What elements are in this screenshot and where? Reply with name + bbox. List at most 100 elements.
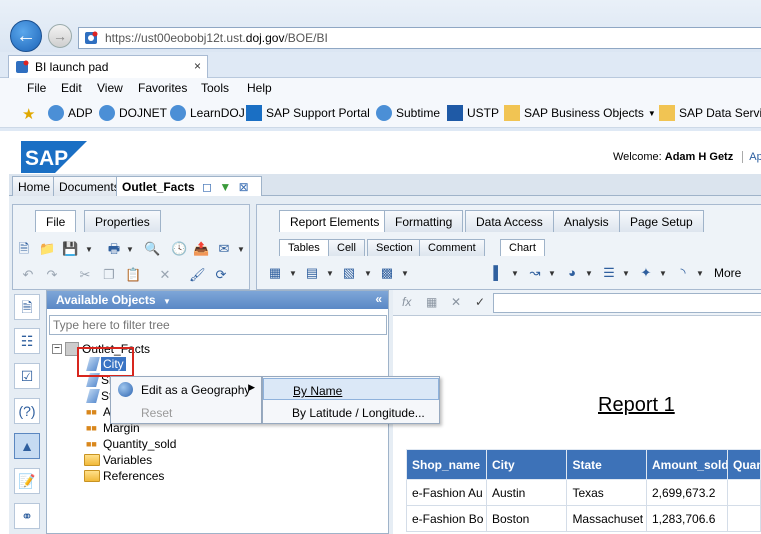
tree-item-variables[interactable]: Variables <box>84 453 152 467</box>
close-icon[interactable]: ⊠ <box>239 180 249 194</box>
chevron-down-icon[interactable]: ▼ <box>126 245 134 254</box>
chevron-down-icon[interactable]: ▼ <box>237 245 245 254</box>
more-charts-button[interactable]: More <box>714 266 741 280</box>
tab-properties[interactable]: Properties <box>84 210 161 232</box>
report-map-icon[interactable]: ☷ <box>14 328 40 354</box>
column-header[interactable]: Quan <box>726 449 761 480</box>
variables-icon[interactable]: (?) <box>14 398 40 424</box>
menu-item-by-latitude-longitude[interactable]: By Latitude / Longitude... <box>263 401 439 423</box>
tree-item-references[interactable]: References <box>84 469 164 483</box>
gauge-icon[interactable]: ◝ <box>675 265 691 281</box>
favorite-sap-business-objects[interactable]: SAP Business Objects ▼ <box>504 105 656 121</box>
table-cell[interactable] <box>726 505 761 532</box>
menu-help[interactable]: Help <box>247 81 272 95</box>
tree-item-quantity-sold[interactable]: ■■ Quantity_sold <box>86 437 176 451</box>
formula-input[interactable] <box>493 293 761 313</box>
menu-tools[interactable]: Tools <box>201 81 229 95</box>
document-summary-icon[interactable]: 🗎 <box>14 294 40 320</box>
collapse-tree-icon[interactable]: − <box>52 344 62 354</box>
chevron-down-icon[interactable]: ▼ <box>326 269 334 278</box>
validate-icon[interactable]: ✓ <box>475 295 485 309</box>
tab-home[interactable]: Home <box>12 176 57 196</box>
find-icon[interactable]: 🔍 <box>144 241 160 257</box>
tab-analysis[interactable]: Analysis <box>553 210 620 232</box>
favorite-sap-data-services[interactable]: SAP Data Servic <box>659 105 761 121</box>
cancel-icon[interactable]: ✕ <box>451 295 461 309</box>
create-variable-icon[interactable]: ▦ <box>426 295 437 309</box>
paste-icon[interactable]: 📋 <box>125 267 141 283</box>
copy-icon[interactable]: ❐ <box>101 267 117 283</box>
chevron-down-icon[interactable]: ▼ <box>85 245 93 254</box>
form-table-icon[interactable]: ▩ <box>379 265 395 281</box>
table-cell[interactable]: Austin <box>485 479 568 506</box>
favorites-star[interactable]: ★ <box>22 105 35 123</box>
chevron-down-icon[interactable]: ▼ <box>364 269 372 278</box>
column-header[interactable]: Amount_sold <box>645 449 728 480</box>
chevron-down-icon[interactable]: ▼ <box>696 269 704 278</box>
undo-icon[interactable]: ↶ <box>20 267 36 283</box>
line-chart-icon[interactable]: ↝ <box>527 265 543 281</box>
table-cell[interactable]: 2,699,673.2 <box>645 479 728 506</box>
favorite-adp[interactable]: ADP <box>48 105 93 121</box>
pin-icon[interactable]: ▼ <box>219 180 231 194</box>
tab-outlet-facts[interactable]: Outlet_Facts ◻ ▼ ⊠ <box>116 176 262 196</box>
chevron-down-icon[interactable]: ▼ <box>289 269 297 278</box>
available-objects-icon[interactable]: ▲ <box>14 433 40 459</box>
favorite-dojnet[interactable]: DOJNET <box>99 105 167 121</box>
collapse-panel-button[interactable]: « <box>375 292 382 306</box>
map-chart-icon[interactable]: ✦ <box>638 265 654 281</box>
favorite-ustp[interactable]: USTP <box>447 105 499 121</box>
format-painter-icon[interactable]: 🖌 <box>189 267 206 283</box>
data-icon[interactable]: ⚭ <box>14 503 40 529</box>
input-controls-icon[interactable]: ☑ <box>14 363 40 389</box>
table-cell[interactable]: Massachuset <box>566 505 647 532</box>
chevron-down-icon[interactable]: ▼ <box>548 269 556 278</box>
subtab-chart[interactable]: Chart <box>500 239 545 256</box>
table-cell[interactable] <box>726 479 761 506</box>
tab-file[interactable]: File <box>35 210 77 232</box>
chevron-down-icon[interactable]: ▼ <box>585 269 593 278</box>
bar-chart-icon[interactable]: ▌ <box>490 265 506 281</box>
filter-tree-input[interactable] <box>49 315 387 335</box>
tab-page-setup[interactable]: Page Setup <box>619 210 704 232</box>
tree-item-state[interactable]: St <box>86 389 112 403</box>
table-cell[interactable]: 1,283,706.6 <box>645 505 728 532</box>
formula-editor-icon[interactable]: fx <box>402 295 411 309</box>
tab-data-access[interactable]: Data Access <box>465 210 554 232</box>
table-icon[interactable]: ▦ <box>267 265 283 281</box>
forward-button[interactable]: → <box>48 24 72 48</box>
subtab-tables[interactable]: Tables <box>279 239 329 256</box>
open-folder-icon[interactable]: 📁 <box>39 241 55 257</box>
document-structure-icon[interactable]: 📝 <box>14 468 40 494</box>
chevron-down-icon[interactable]: ▼ <box>163 297 171 306</box>
print-icon[interactable]: 🖶 <box>106 241 122 257</box>
menu-item-reset[interactable]: Reset <box>111 401 261 423</box>
new-document-icon[interactable]: 🗎 <box>16 241 32 257</box>
refresh-icon[interactable]: ⟳ <box>213 267 229 283</box>
report-table[interactable]: Shop_name City State Amount_sold Quan e-… <box>406 449 761 532</box>
redo-icon[interactable]: ↷ <box>44 267 60 283</box>
table-cell[interactable]: e-Fashion Bo <box>406 505 487 532</box>
pie-chart-icon[interactable]: ◕ <box>564 265 580 281</box>
browser-tab-bi-launch-pad[interactable]: BI launch pad × <box>8 55 208 78</box>
save-icon[interactable]: 💾 <box>62 241 78 257</box>
chevron-down-icon[interactable]: ▼ <box>622 269 630 278</box>
subtab-cell[interactable]: Cell <box>328 239 365 256</box>
column-header[interactable]: Shop_name <box>406 449 487 480</box>
menu-file[interactable]: File <box>27 81 46 95</box>
send-mail-icon[interactable]: ✉ <box>216 241 232 257</box>
subtab-comment[interactable]: Comment <box>419 239 485 256</box>
menu-edit[interactable]: Edit <box>61 81 82 95</box>
report-title[interactable]: Report 1 <box>598 394 675 417</box>
column-header[interactable]: State <box>566 449 647 480</box>
table-cell[interactable]: Texas <box>566 479 647 506</box>
delete-icon[interactable]: ✕ <box>157 267 173 283</box>
chevron-down-icon[interactable]: ▼ <box>659 269 667 278</box>
menu-view[interactable]: View <box>97 81 123 95</box>
tab-formatting[interactable]: Formatting <box>384 210 464 232</box>
cut-icon[interactable]: ✂ <box>77 267 93 283</box>
horizontal-bar-icon[interactable]: ☰ <box>601 265 617 281</box>
column-table-icon[interactable]: ▤ <box>304 265 320 281</box>
favorite-subtime[interactable]: Subtime <box>376 105 440 121</box>
tab-report-elements[interactable]: Report Elements <box>279 210 391 232</box>
